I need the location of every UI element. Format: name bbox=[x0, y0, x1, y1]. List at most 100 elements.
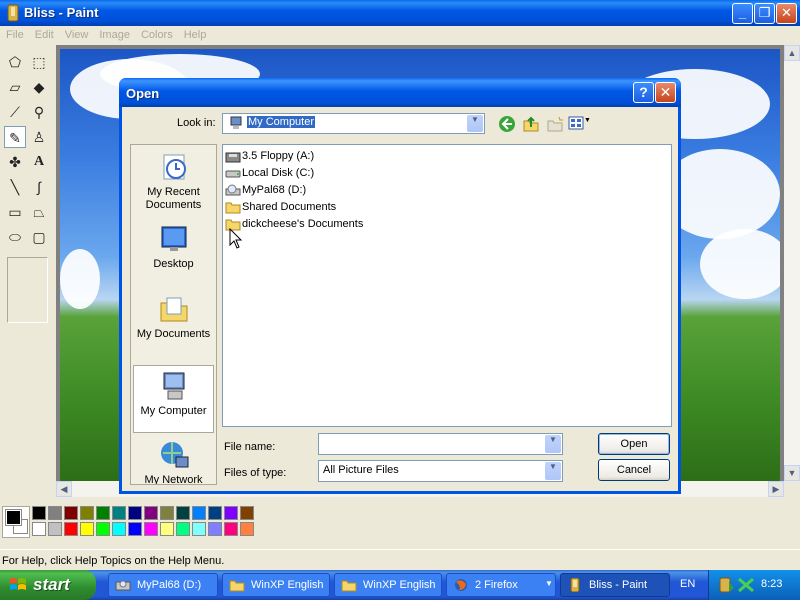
list-item[interactable]: MyPal68 (D:) bbox=[225, 182, 325, 198]
color-swatch[interactable] bbox=[160, 506, 174, 520]
dialog-titlebar[interactable]: Open ? ✕ bbox=[119, 78, 681, 107]
look-in-combo[interactable]: My Computer ▼ bbox=[222, 113, 485, 134]
file-name-combo[interactable]: ▼ bbox=[318, 433, 563, 455]
help-button[interactable]: ? bbox=[633, 82, 654, 103]
task-bliss-paint[interactable]: Bliss - Paint bbox=[560, 573, 670, 597]
start-label: start bbox=[33, 575, 70, 594]
close-button[interactable]: ✕ bbox=[776, 3, 797, 24]
color-swatch[interactable] bbox=[208, 522, 222, 536]
color-swatch[interactable] bbox=[192, 522, 206, 536]
place-my-computer[interactable]: My Computer bbox=[133, 365, 214, 433]
place-desktop[interactable]: Desktop bbox=[133, 223, 214, 281]
pencil-tool[interactable]: ✎ bbox=[4, 126, 26, 148]
color-swatch[interactable] bbox=[64, 522, 78, 536]
color-swatch[interactable] bbox=[128, 506, 142, 520]
menu-edit[interactable]: Edit bbox=[29, 26, 59, 41]
brush-tool[interactable]: ♙ bbox=[28, 126, 50, 148]
file-name-dropdown-arrow-icon[interactable]: ▼ bbox=[545, 435, 561, 453]
color-swatch[interactable] bbox=[32, 522, 46, 536]
color-swatch[interactable] bbox=[208, 506, 222, 520]
menu-view[interactable]: View bbox=[59, 26, 94, 41]
rectangle-tool[interactable]: ▭ bbox=[4, 201, 26, 223]
color-swatch[interactable] bbox=[224, 522, 238, 536]
back-icon[interactable] bbox=[498, 115, 516, 133]
tray-network-icon[interactable] bbox=[737, 576, 755, 594]
new-folder-icon[interactable] bbox=[546, 115, 564, 133]
color-swatch[interactable] bbox=[160, 522, 174, 536]
list-item[interactable]: dickcheese's Documents bbox=[225, 216, 375, 232]
scroll-left-arrow-icon[interactable]: ◀ bbox=[56, 481, 72, 497]
scroll-up-arrow-icon[interactable]: ▲ bbox=[784, 45, 800, 61]
menu-colors[interactable]: Colors bbox=[135, 26, 178, 41]
view-menu-icon[interactable]: ▼ bbox=[568, 115, 592, 133]
window-titlebar[interactable]: Bliss - Paint _ ❐ ✕ bbox=[0, 0, 800, 26]
place-my-network[interactable]: My Network bbox=[133, 439, 214, 484]
cancel-button[interactable]: Cancel bbox=[598, 459, 670, 481]
ellipse-tool[interactable]: ⬭ bbox=[4, 226, 26, 248]
paint-icon bbox=[570, 578, 580, 592]
polygon-tool[interactable]: ⏢ bbox=[28, 201, 50, 223]
list-item[interactable]: Shared Documents bbox=[225, 199, 355, 215]
open-button[interactable]: Open bbox=[598, 433, 670, 455]
vertical-scrollbar[interactable]: ▲ ▼ bbox=[784, 45, 800, 481]
menu-image[interactable]: Image bbox=[93, 26, 135, 41]
file-type-combo[interactable]: All Picture Files ▼ bbox=[318, 460, 563, 482]
task-mypal68[interactable]: MyPal68 (D:) bbox=[108, 573, 218, 597]
file-type-dropdown-arrow-icon[interactable]: ▼ bbox=[545, 462, 561, 480]
minimize-button[interactable]: _ bbox=[732, 3, 753, 24]
color-swatch[interactable] bbox=[176, 522, 190, 536]
task-firefox[interactable]: 2 Firefox ▼ bbox=[446, 573, 556, 597]
text-tool[interactable]: A bbox=[28, 151, 50, 173]
scroll-right-arrow-icon[interactable]: ▶ bbox=[768, 481, 784, 497]
tool-options-box[interactable] bbox=[7, 257, 48, 323]
color-swatch[interactable] bbox=[144, 522, 158, 536]
look-in-dropdown-arrow-icon[interactable]: ▼ bbox=[467, 115, 483, 132]
line-tool[interactable]: ╲ bbox=[4, 176, 26, 198]
fill-tool[interactable]: ◆ bbox=[28, 76, 50, 98]
list-item[interactable]: Local Disk (C:) bbox=[225, 165, 325, 181]
rounded-rectangle-tool[interactable]: ▢ bbox=[28, 226, 50, 248]
color-swatch[interactable] bbox=[240, 522, 254, 536]
color-swatch[interactable] bbox=[80, 506, 94, 520]
dialog-close-button[interactable]: ✕ bbox=[655, 82, 676, 103]
select-tool[interactable]: ⬚ bbox=[28, 51, 50, 73]
color-swatch[interactable] bbox=[192, 506, 206, 520]
clock[interactable]: 8:23 bbox=[761, 578, 782, 590]
maximize-button[interactable]: ❐ bbox=[754, 3, 775, 24]
curve-tool[interactable]: ∫ bbox=[28, 176, 50, 198]
eraser-tool[interactable]: ▱ bbox=[4, 76, 26, 98]
task-winxp-english-1[interactable]: WinXP English bbox=[222, 573, 330, 597]
color-swatch[interactable] bbox=[240, 506, 254, 520]
current-colors[interactable] bbox=[2, 506, 30, 538]
color-swatch[interactable] bbox=[48, 506, 62, 520]
task-winxp-english-2[interactable]: WinXP English bbox=[334, 573, 442, 597]
color-swatch[interactable] bbox=[96, 506, 110, 520]
menu-file[interactable]: File bbox=[0, 26, 29, 41]
language-indicator[interactable]: EN bbox=[680, 578, 695, 590]
airbrush-tool[interactable]: ✤ bbox=[4, 151, 26, 173]
color-swatch[interactable] bbox=[96, 522, 110, 536]
color-swatch[interactable] bbox=[176, 506, 190, 520]
pick-color-tool[interactable]: ⟋ bbox=[4, 101, 26, 123]
color-swatch[interactable] bbox=[112, 522, 126, 536]
scroll-down-arrow-icon[interactable]: ▼ bbox=[784, 465, 800, 481]
color-swatch[interactable] bbox=[64, 506, 78, 520]
color-swatch[interactable] bbox=[80, 522, 94, 536]
free-form-select-tool[interactable]: ⬠ bbox=[4, 51, 26, 73]
color-swatch[interactable] bbox=[224, 506, 238, 520]
tray-app-icon[interactable] bbox=[717, 576, 735, 594]
color-swatch[interactable] bbox=[48, 522, 62, 536]
menu-help[interactable]: Help bbox=[178, 26, 212, 41]
start-button[interactable]: start bbox=[0, 570, 96, 600]
color-swatch[interactable] bbox=[144, 506, 158, 520]
color-swatch[interactable] bbox=[32, 506, 46, 520]
up-one-level-icon[interactable] bbox=[522, 115, 540, 133]
magnifier-tool[interactable]: ⚲ bbox=[28, 101, 50, 123]
place-my-recent-documents[interactable]: My Recent Documents bbox=[133, 151, 214, 215]
color-swatch[interactable] bbox=[128, 522, 142, 536]
list-item[interactable]: 3.5 Floppy (A:) bbox=[225, 148, 325, 164]
file-list[interactable]: 3.5 Floppy (A:) Local Disk (C:) MyPal68 … bbox=[222, 144, 672, 427]
color-swatch[interactable] bbox=[112, 506, 126, 520]
place-my-documents[interactable]: My Documents bbox=[133, 293, 214, 351]
look-in-label: Look in: bbox=[177, 117, 216, 129]
